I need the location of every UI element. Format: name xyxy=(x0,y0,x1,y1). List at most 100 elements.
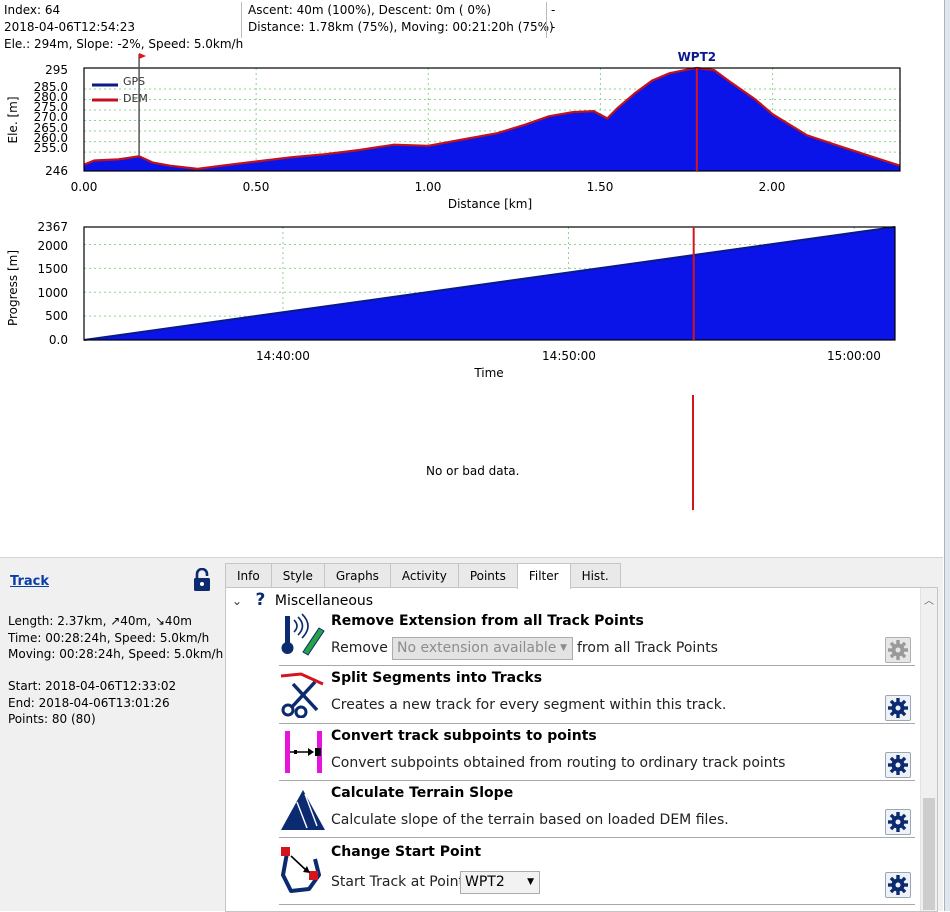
lock-icon[interactable] xyxy=(192,568,212,592)
tab-info[interactable]: Info xyxy=(225,563,272,587)
apply-filter-button[interactable] xyxy=(885,695,911,721)
no-data-message: No or bad data. xyxy=(426,464,520,478)
right-edge-panel xyxy=(944,0,950,911)
filter-remove-extension: Remove Extension from all Track Points R… xyxy=(279,610,915,666)
start-point-combo[interactable]: WPT2 ▼ xyxy=(460,871,540,894)
flag-cloth xyxy=(139,53,147,59)
tab-hist[interactable]: Hist. xyxy=(569,563,621,587)
item-prefix: Remove xyxy=(331,640,388,656)
stat-start: Start: 2018-04-06T12:33:02 xyxy=(8,679,177,693)
elevation-xlabel: Distance [km] xyxy=(448,197,532,211)
legend-dem-label: DEM xyxy=(123,92,148,105)
info-index: Index: 64 xyxy=(4,3,61,17)
filter-terrain-slope: Calculate Terrain Slope Calculate slope … xyxy=(279,782,915,838)
extension-combo[interactable]: No extension available ▼ xyxy=(392,637,573,660)
filter-convert-subpoints: Convert track subpoints to points Conver… xyxy=(279,725,915,781)
x-tick-label: 0.00 xyxy=(71,180,98,194)
third-chart-marker xyxy=(692,395,694,510)
track-stats: Length: 2.37km, ↗40m, ↘40m Time: 00:28:2… xyxy=(8,613,223,663)
item-desc: Creates a new track for every segment wi… xyxy=(331,697,727,713)
item-title: Split Segments into Tracks xyxy=(331,670,543,686)
gear-icon xyxy=(888,875,908,895)
wpt2-marker-label: WPT2 xyxy=(678,50,717,64)
help-icon: ? xyxy=(255,590,266,610)
elevation-xticks: 0.00 0.50 1.00 1.50 2.00 xyxy=(71,180,786,194)
progress-yticks: 2367 2000 1500 1000 500 0.0 xyxy=(37,222,68,347)
info-timestamp: 2018-04-06T12:54:23 xyxy=(4,20,135,34)
tab-graphs[interactable]: Graphs xyxy=(323,563,391,587)
apply-filter-button[interactable] xyxy=(885,752,911,778)
info-dash: - xyxy=(551,20,556,34)
item-prefix: Start Track at Point: xyxy=(331,874,469,890)
progress-area xyxy=(83,226,896,341)
track-link[interactable]: Track xyxy=(10,574,49,589)
scroll-up-icon[interactable]: ︿ xyxy=(924,592,934,607)
elevation-area xyxy=(83,66,901,171)
x-tick-label: 1.00 xyxy=(415,180,442,194)
stat-moving: Moving: 00:28:24h, Speed: 5.0km/h xyxy=(8,647,224,661)
y-tick-label: 295 xyxy=(45,63,68,77)
divider xyxy=(241,2,242,38)
tab-bar: Info Style Graphs Activity Points Filter… xyxy=(225,563,621,589)
x-tick-label: 15:00:00 xyxy=(827,349,881,363)
item-title: Change Start Point xyxy=(331,844,482,860)
third-chart: No or bad data. xyxy=(0,390,944,515)
gps-area-series xyxy=(84,68,900,171)
gear-icon xyxy=(888,698,908,718)
chevron-down-icon[interactable]: ⌄ xyxy=(232,594,246,608)
tab-style[interactable]: Style xyxy=(270,563,325,587)
elevation-yticks: 295 285.0 280.0 275.0 270.0 265.0 260.0 … xyxy=(34,63,68,178)
remove-extension-icon xyxy=(281,613,325,656)
tab-activity[interactable]: Activity xyxy=(389,563,459,587)
info-distance: Distance: 1.78km (75%), Moving: 00:21:20… xyxy=(248,20,554,34)
filter-pane: ︿ ⌄ ? Miscellaneous Remove Extension fro… xyxy=(225,587,938,912)
change-start-icon xyxy=(281,847,321,893)
apply-filter-button[interactable] xyxy=(885,809,911,835)
elevation-ylabel: Ele. [m] xyxy=(6,97,20,144)
x-tick-label: 1.50 xyxy=(587,180,614,194)
combo-value: WPT2 xyxy=(465,874,505,890)
track-times: Start: 2018-04-06T12:33:02 End: 2018-04-… xyxy=(8,678,176,728)
filter-scrollbar[interactable]: ︿ xyxy=(920,588,937,911)
y-tick-label: 1000 xyxy=(37,286,68,300)
item-title: Convert track subpoints to points xyxy=(331,728,597,744)
tab-points[interactable]: Points xyxy=(457,563,518,587)
filter-change-start: Change Start Point Start Track at Point:… xyxy=(279,839,915,905)
tab-filter[interactable]: Filter xyxy=(516,563,571,589)
divider xyxy=(546,2,547,38)
subpoints-icon xyxy=(285,731,322,773)
y-tick-label: 0.0 xyxy=(49,333,68,347)
scroll-thumb[interactable] xyxy=(923,798,935,910)
stat-length: Length: 2.37km, ↗40m, ↘40m xyxy=(8,614,192,628)
legend-gps-label: GPS xyxy=(123,75,145,88)
y-tick-label: 2367 xyxy=(37,222,68,234)
progress-xlabel: Time xyxy=(473,366,503,380)
x-tick-label: 14:50:00 xyxy=(542,349,596,363)
x-tick-label: 0.50 xyxy=(243,180,270,194)
chevron-down-icon: ▼ xyxy=(560,643,567,653)
y-tick-label: 255.0 xyxy=(34,141,68,155)
chevron-down-icon: ▼ xyxy=(527,877,534,887)
apply-filter-button[interactable] xyxy=(885,637,911,663)
track-details-panel: Track Length: 2.37km, ↗40m, ↘40m Time: 0… xyxy=(0,557,943,912)
apply-filter-button[interactable] xyxy=(885,872,911,898)
y-tick-label: 500 xyxy=(45,309,68,323)
combo-value: No extension available xyxy=(397,640,557,656)
info-dash: - xyxy=(551,3,556,17)
terrain-slope-icon xyxy=(281,790,325,830)
y-tick-label: 2000 xyxy=(37,239,68,253)
elevation-chart[interactable]: 295 285.0 280.0 275.0 270.0 265.0 260.0 … xyxy=(0,48,944,216)
stat-time: Time: 00:28:24h, Speed: 5.0km/h xyxy=(8,630,210,645)
item-title: Calculate Terrain Slope xyxy=(331,785,514,801)
item-title: Remove Extension from all Track Points xyxy=(331,613,644,629)
item-desc: Calculate slope of the terrain based on … xyxy=(331,812,729,828)
y-tick-label: 246 xyxy=(45,164,68,178)
info-ascent: Ascent: 40m (100%), Descent: 0m ( 0%) xyxy=(248,3,492,17)
gear-icon xyxy=(888,755,908,775)
progress-ylabel: Progress [m] xyxy=(6,250,20,326)
x-tick-label: 14:40:00 xyxy=(256,349,310,363)
filter-split-segments: Split Segments into Tracks Creates a new… xyxy=(279,667,915,724)
x-tick-label: 2.00 xyxy=(759,180,786,194)
progress-chart[interactable]: 2367 2000 1500 1000 500 0.0 14:40:00 14:… xyxy=(0,222,944,382)
group-miscellaneous[interactable]: ⌄ ? Miscellaneous xyxy=(232,590,373,610)
